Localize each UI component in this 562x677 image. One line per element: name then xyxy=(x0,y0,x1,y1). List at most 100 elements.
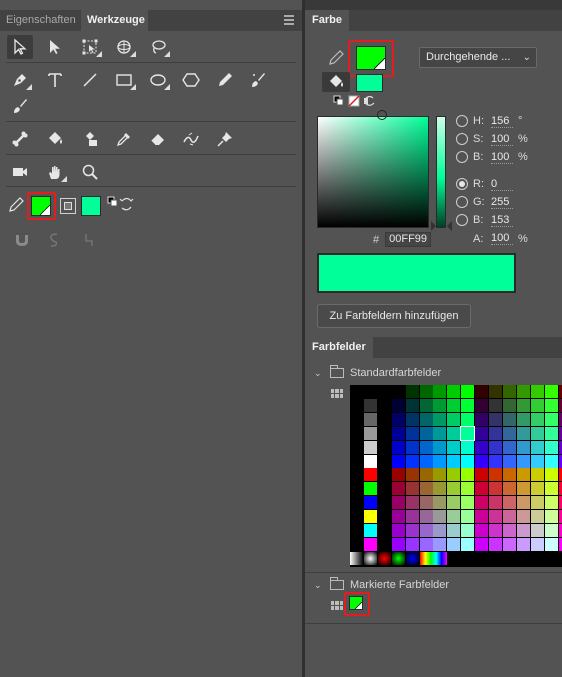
swatch-cell[interactable] xyxy=(475,412,489,426)
swatch-cell[interactable] xyxy=(433,385,447,398)
swatch-cell[interactable] xyxy=(460,425,476,441)
swatch-cell[interactable] xyxy=(489,454,502,468)
swatch-cell[interactable] xyxy=(461,524,475,537)
color-modifiers-icons[interactable] xyxy=(333,95,379,107)
swatch-cell[interactable] xyxy=(433,524,447,537)
swatch-cell[interactable] xyxy=(558,510,562,524)
asset-warp-pin-tool[interactable] xyxy=(212,127,238,151)
width-tool[interactable] xyxy=(178,127,204,151)
swatch-cell[interactable] xyxy=(405,524,419,537)
swatch-cell[interactable] xyxy=(475,537,489,551)
eyedropper-tool[interactable] xyxy=(111,127,137,151)
swatch-cell[interactable] xyxy=(391,454,405,468)
blue-radio[interactable] xyxy=(456,214,468,226)
swatch-cell[interactable] xyxy=(350,412,363,426)
swatch-cell[interactable] xyxy=(502,524,516,537)
swatch-cell[interactable] xyxy=(558,524,562,537)
paint-brush-tool[interactable] xyxy=(245,68,271,92)
swatch-cell[interactable] xyxy=(405,510,419,524)
swatch-cell[interactable] xyxy=(391,412,405,426)
swatch-cell[interactable] xyxy=(447,454,461,468)
gradient-swatch[interactable] xyxy=(419,551,447,565)
swatch-cell[interactable] xyxy=(558,440,562,454)
saturation-brightness-field[interactable] xyxy=(317,116,429,228)
swatch-cell[interactable] xyxy=(377,440,391,454)
swatch-cell[interactable] xyxy=(530,412,544,426)
swatch-cell[interactable] xyxy=(475,385,489,398)
swatch-cell[interactable] xyxy=(516,468,530,482)
subselection-tool[interactable] xyxy=(42,35,68,59)
swatch-cell[interactable] xyxy=(405,412,419,426)
swatch-cell[interactable] xyxy=(419,412,433,426)
swatch-cell[interactable] xyxy=(377,482,391,496)
swatch-cell[interactable] xyxy=(391,482,405,496)
swatch-cell[interactable] xyxy=(433,412,447,426)
swatch-group-marked[interactable]: ⌄ Markierte Farbfelder xyxy=(305,577,562,593)
swatch-cell[interactable] xyxy=(516,482,530,496)
swatch-cell[interactable] xyxy=(558,468,562,482)
swatch-cell[interactable] xyxy=(433,426,447,440)
hue-radio[interactable] xyxy=(456,115,468,127)
swatch-cell[interactable] xyxy=(461,440,475,454)
swatch-cell[interactable] xyxy=(350,524,363,537)
swatch-cell[interactable] xyxy=(405,426,419,440)
swatch-cell[interactable] xyxy=(489,524,502,537)
swatch-cell[interactable] xyxy=(530,496,544,510)
swatch-cell[interactable] xyxy=(391,537,405,551)
tab-eigenschaften[interactable]: Eigenschaften xyxy=(0,10,79,31)
swatch-cell[interactable] xyxy=(475,524,489,537)
swatch-cell[interactable] xyxy=(544,426,558,440)
swatch-cell[interactable] xyxy=(433,537,447,551)
lasso-tool[interactable] xyxy=(145,35,171,59)
brightness-radio[interactable] xyxy=(456,151,468,163)
swatch-cell[interactable] xyxy=(544,510,558,524)
swatch-cell[interactable] xyxy=(558,537,562,551)
alpha-value[interactable]: 100 xyxy=(491,232,513,245)
swatch-cell[interactable] xyxy=(377,398,391,412)
swatch-cell[interactable] xyxy=(350,510,363,524)
swatch-cell[interactable] xyxy=(530,468,544,482)
swatch-cell[interactable] xyxy=(447,426,461,440)
swatch-cell[interactable] xyxy=(489,537,502,551)
3d-rotation-tool[interactable] xyxy=(111,35,137,59)
swatch-cell[interactable] xyxy=(405,440,419,454)
swatch-cell[interactable] xyxy=(350,398,363,412)
swatch-cell[interactable] xyxy=(544,482,558,496)
swatch-cell[interactable] xyxy=(363,454,377,468)
line-tool[interactable] xyxy=(77,68,103,92)
swatch-cell[interactable] xyxy=(405,496,419,510)
swatch-cell[interactable] xyxy=(502,412,516,426)
panel-menu-icon[interactable] xyxy=(284,15,294,25)
smooth-icon[interactable] xyxy=(48,232,60,248)
hex-input[interactable]: 00FF99 xyxy=(385,232,432,247)
swatch-cell[interactable] xyxy=(516,385,530,398)
swatch-cell[interactable] xyxy=(405,385,419,398)
fill-color-swatch[interactable] xyxy=(81,196,101,216)
rectangle-tool[interactable] xyxy=(111,68,137,92)
swatch-cell[interactable] xyxy=(461,398,475,412)
swatch-cell[interactable] xyxy=(530,482,544,496)
gradient-swatch[interactable] xyxy=(391,551,405,565)
blue-value[interactable]: 153 xyxy=(491,214,513,227)
swatch-cell[interactable] xyxy=(391,468,405,482)
swatch-cell[interactable] xyxy=(544,524,558,537)
swatch-cell[interactable] xyxy=(502,537,516,551)
swatch-cell[interactable] xyxy=(377,524,391,537)
swatch-cell[interactable] xyxy=(433,482,447,496)
swatch-cell[interactable] xyxy=(391,398,405,412)
grid-view-icon[interactable] xyxy=(331,601,343,610)
swatch-cell[interactable] xyxy=(433,454,447,468)
swatch-cell[interactable] xyxy=(461,537,475,551)
color-picker-handle[interactable] xyxy=(377,110,387,120)
text-tool[interactable] xyxy=(42,68,68,92)
swatch-cell[interactable] xyxy=(377,510,391,524)
swatch-cell[interactable] xyxy=(419,398,433,412)
tab-farbfelder[interactable]: Farbfelder xyxy=(305,337,373,358)
swatch-cell[interactable] xyxy=(433,398,447,412)
swatch-cell[interactable] xyxy=(350,468,363,482)
swatch-cell[interactable] xyxy=(419,482,433,496)
swatch-cell[interactable] xyxy=(363,524,377,537)
swatch-cell[interactable] xyxy=(516,454,530,468)
swatch-cell[interactable] xyxy=(350,440,363,454)
swatch-cell[interactable] xyxy=(405,468,419,482)
